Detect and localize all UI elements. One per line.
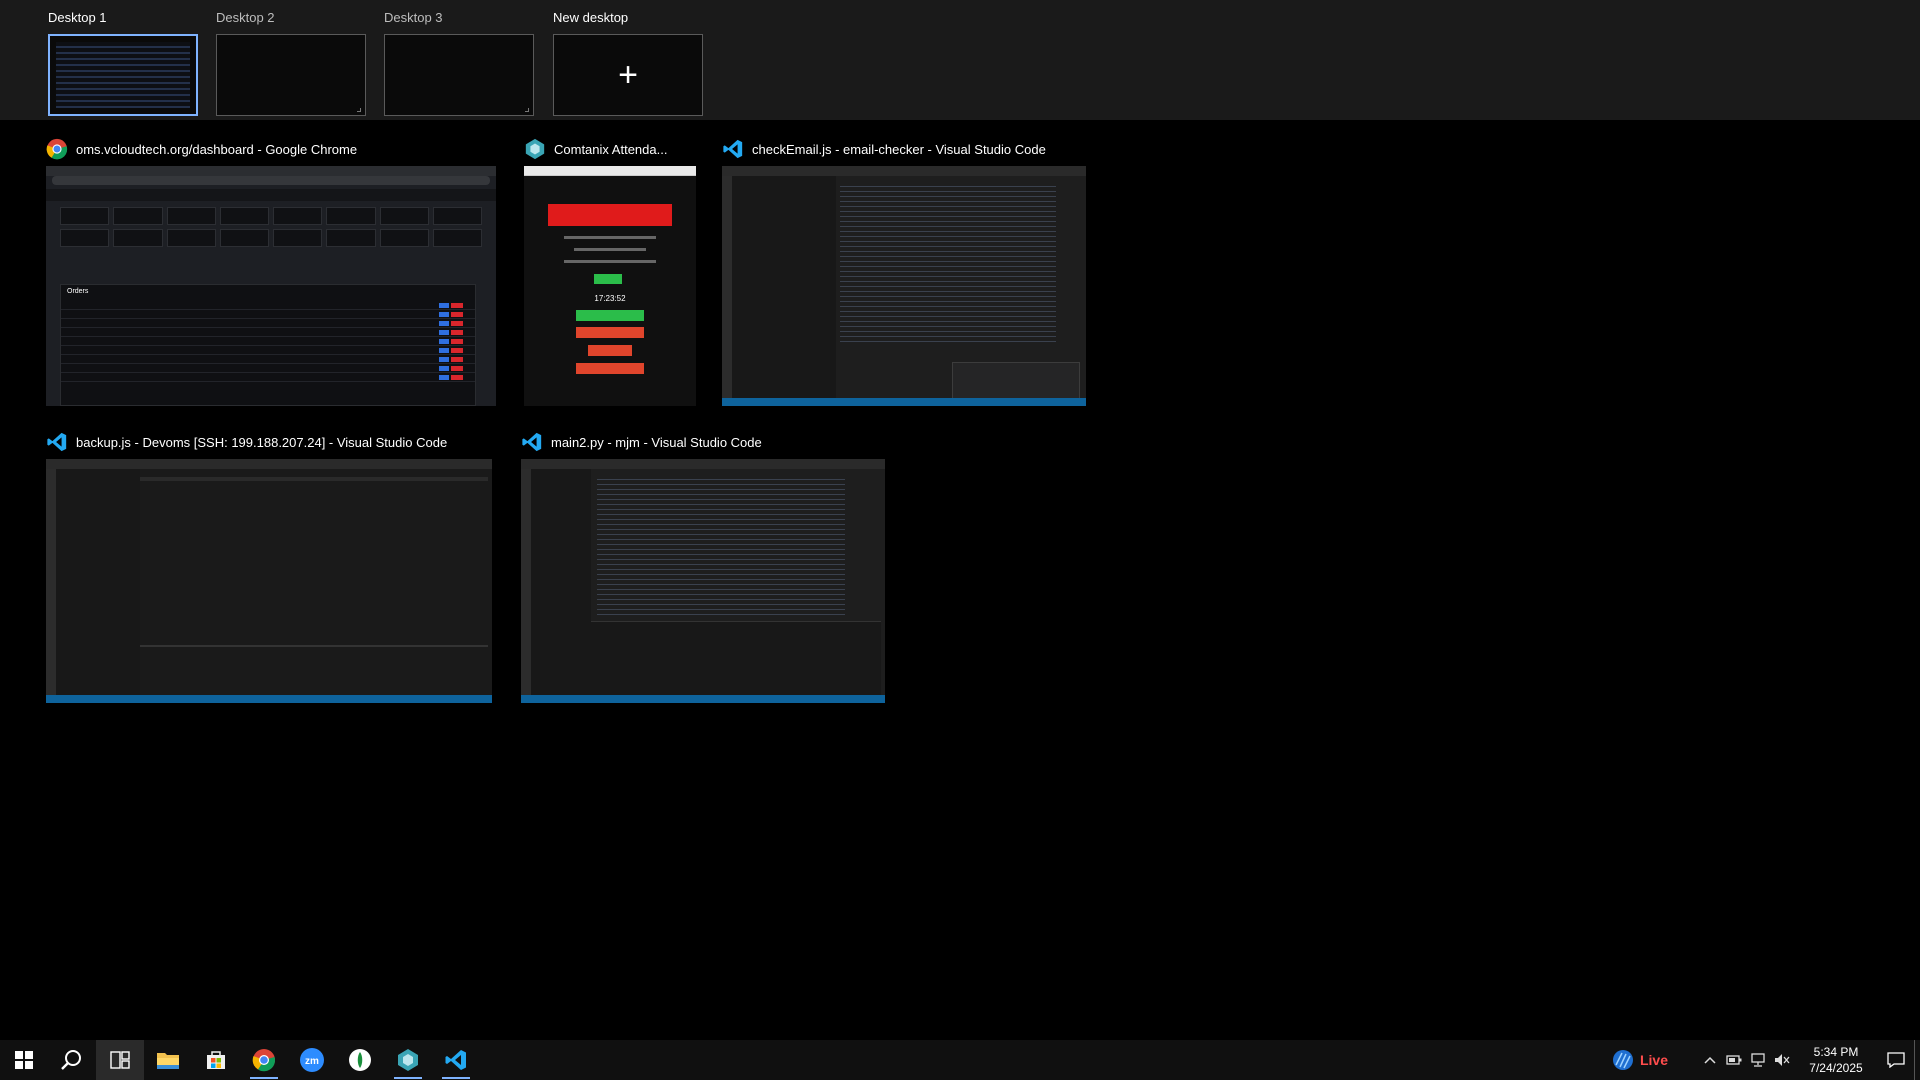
- notification-center-button[interactable]: [1878, 1040, 1914, 1080]
- chrome-icon: [252, 1049, 276, 1072]
- attendance-clock: 17:23:52: [594, 294, 626, 303]
- network-icon: [1751, 1053, 1765, 1067]
- microsoft-store-icon: [207, 1051, 225, 1069]
- window-title: oms.vcloudtech.org/dashboard - Google Ch…: [76, 141, 358, 157]
- desktop-2[interactable]: Desktop 2: [216, 10, 366, 116]
- notification-icon: [1887, 1052, 1905, 1068]
- taskbar-microsoft-store[interactable]: [192, 1040, 240, 1080]
- desktop-2-thumbnail[interactable]: [216, 34, 366, 116]
- new-desktop-button[interactable]: +: [553, 34, 703, 116]
- comtanix-icon: [525, 138, 545, 160]
- search-icon: [61, 1050, 81, 1070]
- window-comtanix[interactable]: Comtanix Attenda... 17:23:52: [524, 136, 699, 406]
- desktop-label: Desktop 3: [384, 10, 443, 25]
- search-button[interactable]: [48, 1040, 96, 1080]
- clock-time: 5:34 PM: [1813, 1045, 1859, 1059]
- window-preview[interactable]: [521, 459, 885, 703]
- desktop-label: Desktop 1: [48, 10, 107, 25]
- virtual-desktops-bar: Desktop 1 Desktop 2 Desktop 3 New deskto…: [0, 0, 1920, 120]
- desktop-1-thumbnail[interactable]: [48, 34, 198, 116]
- file-explorer-icon: [157, 1053, 179, 1069]
- taskbar: zm Live 5:34 PM 7/24/2025: [0, 1040, 1920, 1080]
- window-vscode-checkemail[interactable]: checkEmail.js - email-checker - Visual S…: [722, 136, 1088, 406]
- desktop-3[interactable]: Desktop 3: [384, 10, 534, 116]
- desktop-label: New desktop: [553, 10, 629, 25]
- system-tray: Live 5:34 PM 7/24/2025: [1612, 1040, 1920, 1080]
- network-button[interactable]: [1746, 1040, 1770, 1080]
- task-view-button[interactable]: [96, 1040, 144, 1080]
- clock[interactable]: 5:34 PM 7/24/2025: [1794, 1044, 1878, 1076]
- taskbar-comtanix[interactable]: [384, 1040, 432, 1080]
- live-logo-icon: [1612, 1050, 1633, 1070]
- vscode-icon: [445, 1050, 466, 1070]
- live-label: Live: [1639, 1052, 1668, 1068]
- window-title: main2.py - mjm - Visual Studio Code: [551, 434, 762, 450]
- taskbar-app[interactable]: [336, 1040, 384, 1080]
- orders-heading: Orders: [67, 288, 89, 295]
- taskbar-chrome[interactable]: [240, 1040, 288, 1080]
- app-icon: [349, 1049, 371, 1071]
- taskbar-file-explorer[interactable]: [144, 1040, 192, 1080]
- window-preview[interactable]: [46, 459, 492, 703]
- window-chrome[interactable]: oms.vcloudtech.org/dashboard - Google Ch…: [46, 136, 496, 406]
- window-title: backup.js - Devoms [SSH: 199.188.207.24]…: [76, 434, 448, 450]
- desktop-1[interactable]: Desktop 1: [48, 10, 198, 116]
- svg-text:zm: zm: [305, 1056, 319, 1067]
- battery-button[interactable]: [1722, 1040, 1746, 1080]
- vscode-icon: [522, 432, 542, 452]
- chrome-icon: [46, 138, 68, 160]
- desktop-label: Desktop 2: [216, 10, 275, 25]
- taskbar-vscode[interactable]: [432, 1040, 480, 1080]
- comtanix-icon: [398, 1049, 418, 1071]
- start-button[interactable]: [0, 1040, 48, 1080]
- warning-notice: [548, 204, 672, 226]
- orders-table-preview: Orders: [60, 284, 476, 406]
- zoom-icon: zm: [300, 1048, 324, 1072]
- battery-icon: [1726, 1055, 1742, 1065]
- plus-icon: +: [618, 56, 638, 94]
- window-vscode-main2[interactable]: main2.py - mjm - Visual Studio Code: [521, 429, 887, 703]
- volume-button[interactable]: [1770, 1040, 1794, 1080]
- window-title: Comtanix Attenda...: [554, 141, 668, 157]
- window-preview[interactable]: [722, 166, 1086, 406]
- desktop-3-thumbnail[interactable]: [384, 34, 534, 116]
- clock-date: 7/24/2025: [1809, 1061, 1863, 1075]
- vscode-icon: [47, 432, 67, 452]
- volume-muted-icon: [1775, 1054, 1790, 1066]
- show-hidden-icons-button[interactable]: [1698, 1040, 1722, 1080]
- window-preview[interactable]: 17:23:52: [524, 166, 696, 406]
- new-desktop[interactable]: New desktop +: [553, 10, 703, 116]
- window-vscode-backup[interactable]: backup.js - Devoms [SSH: 199.188.207.24]…: [46, 429, 496, 703]
- task-view-icon: [110, 1051, 130, 1069]
- window-preview[interactable]: Orders: [46, 166, 496, 406]
- chevron-up-icon: [1704, 1056, 1716, 1064]
- vscode-icon: [723, 139, 743, 159]
- taskbar-zoom[interactable]: zm: [288, 1040, 336, 1080]
- live-widget[interactable]: Live: [1612, 1049, 1668, 1071]
- windows-start-icon: [15, 1051, 33, 1069]
- window-title: checkEmail.js - email-checker - Visual S…: [752, 141, 1046, 157]
- show-desktop-button[interactable]: [1914, 1040, 1920, 1080]
